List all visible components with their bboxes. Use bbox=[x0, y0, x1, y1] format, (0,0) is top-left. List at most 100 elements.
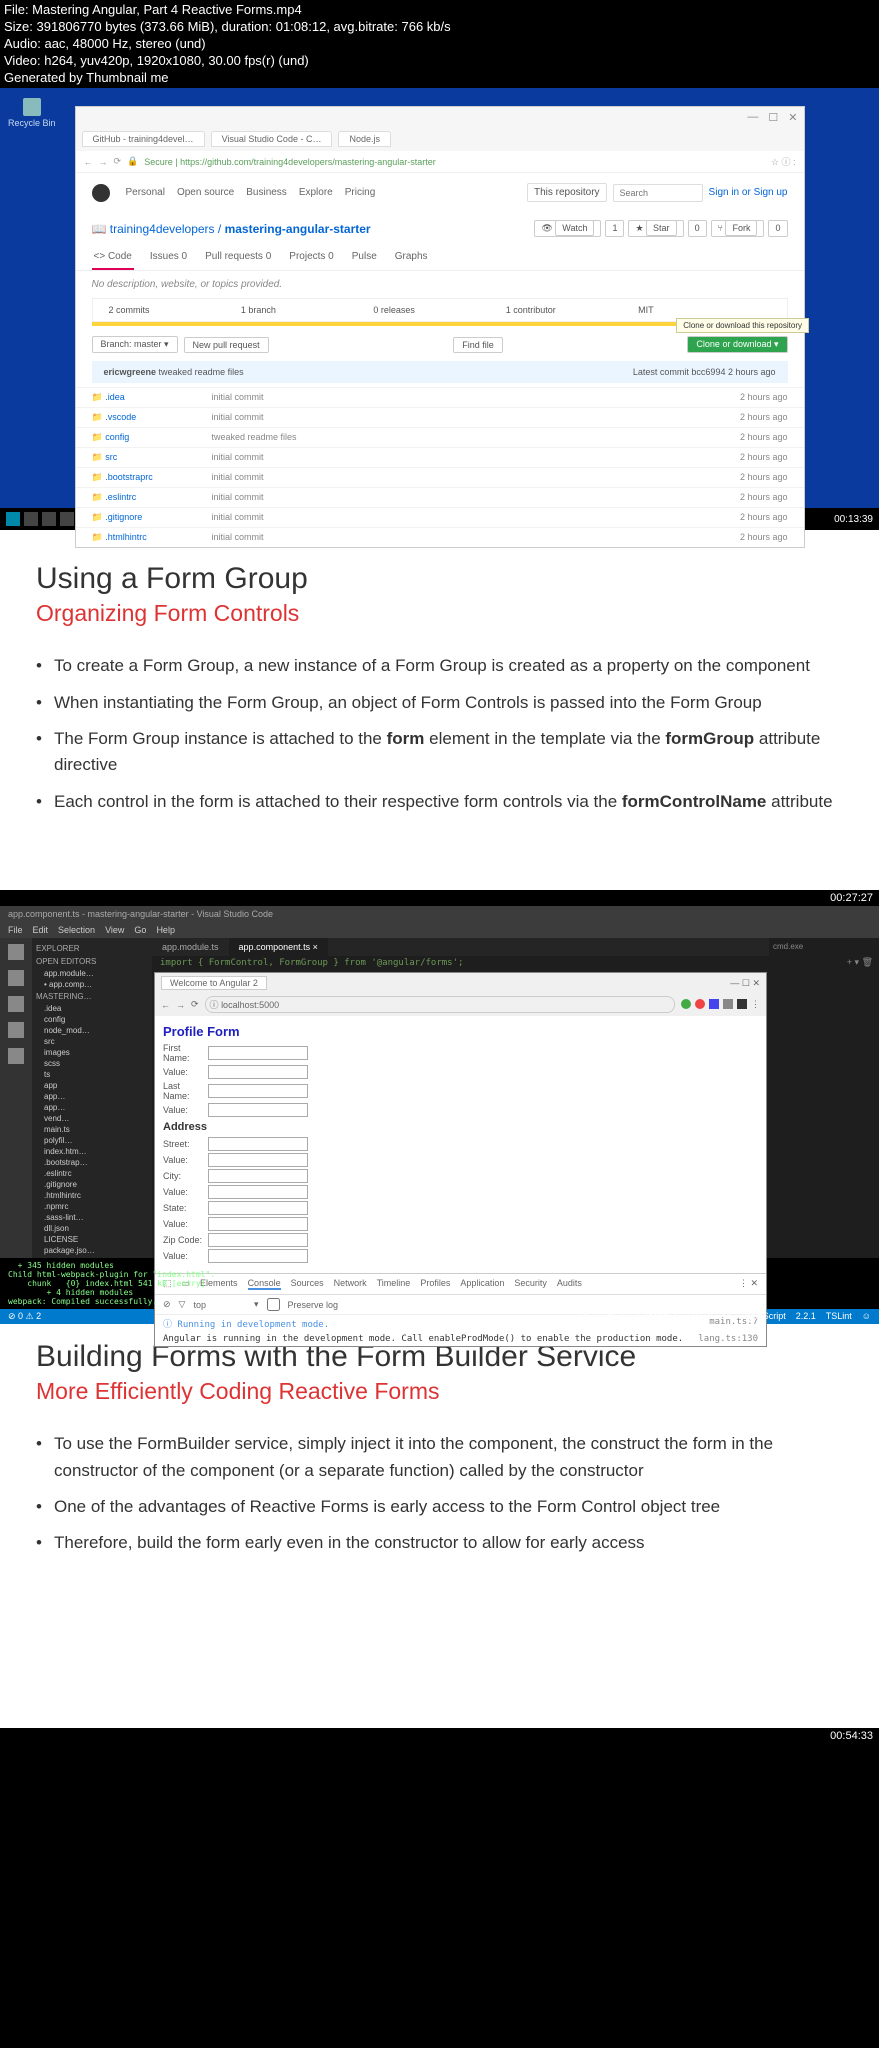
sidebar-item[interactable]: polyfil… bbox=[36, 1135, 148, 1146]
sidebar-item[interactable]: .npmrc bbox=[36, 1201, 148, 1212]
context-selector[interactable]: top bbox=[193, 1300, 206, 1310]
sidebar-item[interactable]: • app.comp… bbox=[36, 979, 148, 990]
editor-tab-active[interactable]: app.component.ts × bbox=[229, 938, 328, 956]
text-input[interactable] bbox=[208, 1217, 308, 1231]
signin-link[interactable]: Sign in or Sign up bbox=[709, 187, 788, 198]
status-errors[interactable]: ⊘ 0 ⚠ 2 bbox=[8, 1311, 41, 1322]
sidebar-item[interactable]: .bootstrap… bbox=[36, 1157, 148, 1168]
stat-releases[interactable]: 0 releases bbox=[373, 305, 505, 315]
sidebar-item[interactable]: app bbox=[36, 1080, 148, 1091]
terminal-tab[interactable]: cmd.exe bbox=[769, 938, 879, 955]
file-row[interactable]: 📁 srcinitial commit2 hours ago bbox=[76, 447, 804, 467]
text-input[interactable] bbox=[208, 1201, 308, 1215]
watch-button[interactable]: 👁 Watch bbox=[534, 220, 601, 237]
text-input[interactable] bbox=[208, 1103, 308, 1117]
nav-link[interactable]: Pricing bbox=[345, 187, 376, 198]
extensions-icon[interactable] bbox=[8, 1048, 24, 1064]
devtab-audits[interactable]: Audits bbox=[557, 1278, 582, 1290]
tab-issues[interactable]: Issues 0 bbox=[148, 245, 189, 270]
browser-tab[interactable]: Visual Studio Code - C… bbox=[211, 131, 333, 147]
project-label[interactable]: MASTERING… bbox=[36, 990, 148, 1003]
reload-icon[interactable]: ⟳ bbox=[114, 156, 122, 167]
url-text[interactable]: Secure | https://github.com/training4dev… bbox=[144, 157, 765, 167]
status-item[interactable]: Ln 7, Col 30 bbox=[579, 1311, 628, 1322]
devtab-elements[interactable]: Elements bbox=[200, 1278, 238, 1290]
sidebar-item[interactable]: src bbox=[36, 1036, 148, 1047]
explorer-icon[interactable] bbox=[8, 944, 24, 960]
sidebar-item[interactable]: scss bbox=[36, 1058, 148, 1069]
back-icon[interactable]: ← bbox=[161, 1000, 170, 1010]
taskbar-item[interactable] bbox=[60, 512, 74, 526]
sidebar-item[interactable]: README… bbox=[36, 1256, 148, 1258]
sidebar-item[interactable]: app.module… bbox=[36, 968, 148, 979]
new-pr-button[interactable]: New pull request bbox=[184, 337, 269, 353]
sidebar-item[interactable]: .sass-lint… bbox=[36, 1212, 148, 1223]
status-item[interactable]: 2.2.1 bbox=[796, 1311, 816, 1322]
breadcrumb-owner[interactable]: training4developers bbox=[110, 222, 215, 236]
sidebar-item[interactable]: app… bbox=[36, 1091, 148, 1102]
open-editors-label[interactable]: OPEN EDITORS bbox=[36, 955, 148, 968]
stat-contributors[interactable]: 1 contributor bbox=[506, 305, 638, 315]
sidebar-item[interactable]: ts bbox=[36, 1069, 148, 1080]
status-item[interactable]: UTF-8 bbox=[687, 1311, 713, 1322]
maximize-icon[interactable]: ☐ bbox=[768, 111, 778, 124]
file-row[interactable]: 📁 .bootstraprcinitial commit2 hours ago bbox=[76, 467, 804, 487]
sidebar-item[interactable]: dll.json bbox=[36, 1223, 148, 1234]
ext-icon[interactable] bbox=[737, 999, 747, 1009]
text-input[interactable] bbox=[208, 1169, 308, 1183]
file-row[interactable]: 📁 .gitignoreinitial commit2 hours ago bbox=[76, 507, 804, 527]
nav-link[interactable]: Open source bbox=[177, 187, 234, 198]
stat-branches[interactable]: 1 branch bbox=[241, 305, 373, 315]
file-row[interactable]: 📁 configtweaked readme files2 hours ago bbox=[76, 427, 804, 447]
github-logo-icon[interactable] bbox=[92, 184, 110, 202]
search-icon[interactable] bbox=[8, 970, 24, 986]
tab-code[interactable]: <> Code bbox=[92, 245, 134, 270]
devtab-application[interactable]: Application bbox=[460, 1278, 504, 1290]
search-input[interactable] bbox=[613, 184, 703, 202]
devtab-timeline[interactable]: Timeline bbox=[377, 1278, 411, 1290]
menu-file[interactable]: File bbox=[8, 925, 23, 935]
star-button[interactable]: ★ Star bbox=[628, 220, 683, 237]
text-input[interactable] bbox=[208, 1084, 308, 1098]
file-row[interactable]: 📁 .vscodeinitial commit2 hours ago bbox=[76, 407, 804, 427]
text-input[interactable] bbox=[208, 1153, 308, 1167]
clone-button[interactable]: Clone or download ▾ bbox=[687, 336, 787, 353]
find-file-button[interactable]: Find file bbox=[453, 337, 503, 353]
nav-link[interactable]: Explore bbox=[299, 187, 333, 198]
menu-go[interactable]: Go bbox=[134, 925, 146, 935]
devtab-network[interactable]: Network bbox=[334, 1278, 367, 1290]
taskbar-item[interactable] bbox=[24, 512, 38, 526]
devtab-sources[interactable]: Sources bbox=[291, 1278, 324, 1290]
menu-selection[interactable]: Selection bbox=[58, 925, 95, 935]
text-input[interactable] bbox=[208, 1249, 308, 1263]
commit-author[interactable]: ericwgreene bbox=[104, 367, 157, 377]
text-input[interactable] bbox=[208, 1185, 308, 1199]
tab-projects[interactable]: Projects 0 bbox=[287, 245, 335, 270]
devtab-console[interactable]: Console bbox=[248, 1278, 281, 1290]
sidebar-item[interactable]: main.ts bbox=[36, 1124, 148, 1135]
tab-pulse[interactable]: Pulse bbox=[350, 245, 379, 270]
text-input[interactable] bbox=[208, 1065, 308, 1079]
menu-view[interactable]: View bbox=[105, 925, 124, 935]
sidebar-item[interactable]: .gitignore bbox=[36, 1179, 148, 1190]
clear-icon[interactable]: ⊘ bbox=[163, 1299, 171, 1310]
debug-icon[interactable] bbox=[8, 1022, 24, 1038]
menu-help[interactable]: Help bbox=[156, 925, 175, 935]
text-input[interactable] bbox=[208, 1233, 308, 1247]
preserve-checkbox[interactable] bbox=[267, 1298, 280, 1311]
browser-tab[interactable]: Node.js bbox=[338, 131, 391, 147]
status-item[interactable]: TSLint bbox=[826, 1311, 852, 1322]
back-icon[interactable]: ← bbox=[84, 157, 93, 167]
stat-license[interactable]: MIT bbox=[638, 305, 770, 315]
breadcrumb-repo[interactable]: mastering-angular-starter bbox=[225, 222, 371, 236]
sidebar-item[interactable]: vend… bbox=[36, 1113, 148, 1124]
menu-edit[interactable]: Edit bbox=[33, 925, 49, 935]
sidebar-item[interactable]: images bbox=[36, 1047, 148, 1058]
menu-icon[interactable]: ⋮ bbox=[751, 999, 760, 1010]
ext-icon[interactable] bbox=[695, 999, 705, 1009]
stat-commits[interactable]: 2 commits bbox=[109, 305, 241, 315]
taskbar-item[interactable] bbox=[42, 512, 56, 526]
editor-tab[interactable]: app.module.ts bbox=[152, 938, 229, 956]
sidebar-item[interactable]: .idea bbox=[36, 1003, 148, 1014]
url-text[interactable]: localhost:5000 bbox=[221, 1000, 279, 1010]
